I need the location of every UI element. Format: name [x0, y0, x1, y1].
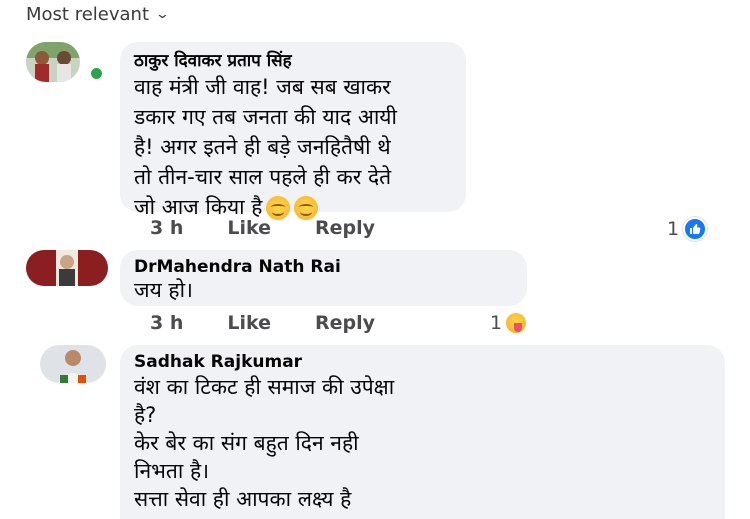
- reply-button[interactable]: Reply: [315, 312, 375, 334]
- like-button[interactable]: Like: [227, 217, 271, 239]
- comment-bubble: DrMahendra Nath Rai जय हो।: [120, 250, 527, 306]
- comment-bubble: Sadhak Rajkumar वंश का टिकट ही समाज की उ…: [120, 345, 725, 519]
- comment-bubble: ठाकुर दिवाकर प्रताप सिंह वाह मंत्री जी व…: [120, 42, 466, 220]
- comment-time[interactable]: 3 h: [150, 312, 183, 334]
- comment-actions: 3 h Like Reply: [150, 312, 375, 334]
- laughing-face-icon: [506, 313, 527, 333]
- avatar[interactable]: [26, 250, 108, 286]
- comment-time[interactable]: 3 h: [150, 217, 183, 239]
- comment-author[interactable]: Sadhak Rajkumar: [134, 351, 711, 373]
- avatar[interactable]: [26, 42, 80, 82]
- online-status-dot: [89, 66, 104, 81]
- avatar[interactable]: [40, 345, 106, 383]
- reaction-count: 1: [490, 312, 503, 334]
- thumbs-up-icon: [683, 217, 708, 241]
- comment-author[interactable]: DrMahendra Nath Rai: [134, 256, 513, 278]
- reaction-summary[interactable]: 1: [667, 217, 708, 241]
- comment-text: वाह मंत्री जी वाह! जब सब खाकर डकार गए तब…: [134, 75, 397, 220]
- comment-text: वंश का टिकट ही समाज की उपेक्षा है? केर ब…: [134, 375, 395, 511]
- comment-actions: 3 h Like Reply: [150, 217, 375, 239]
- sort-label: Most relevant: [26, 4, 150, 25]
- comment-author[interactable]: ठाकुर दिवाकर प्रताप सिंह: [134, 50, 452, 72]
- chevron-down-icon: ⌄: [154, 7, 171, 22]
- like-button[interactable]: Like: [227, 312, 271, 334]
- comment-text: जय हो।: [134, 278, 193, 302]
- sort-dropdown[interactable]: Most relevant ⌄: [26, 4, 171, 25]
- reaction-count: 1: [667, 218, 680, 240]
- reaction-summary[interactable]: 1: [490, 312, 527, 334]
- reply-button[interactable]: Reply: [315, 217, 375, 239]
